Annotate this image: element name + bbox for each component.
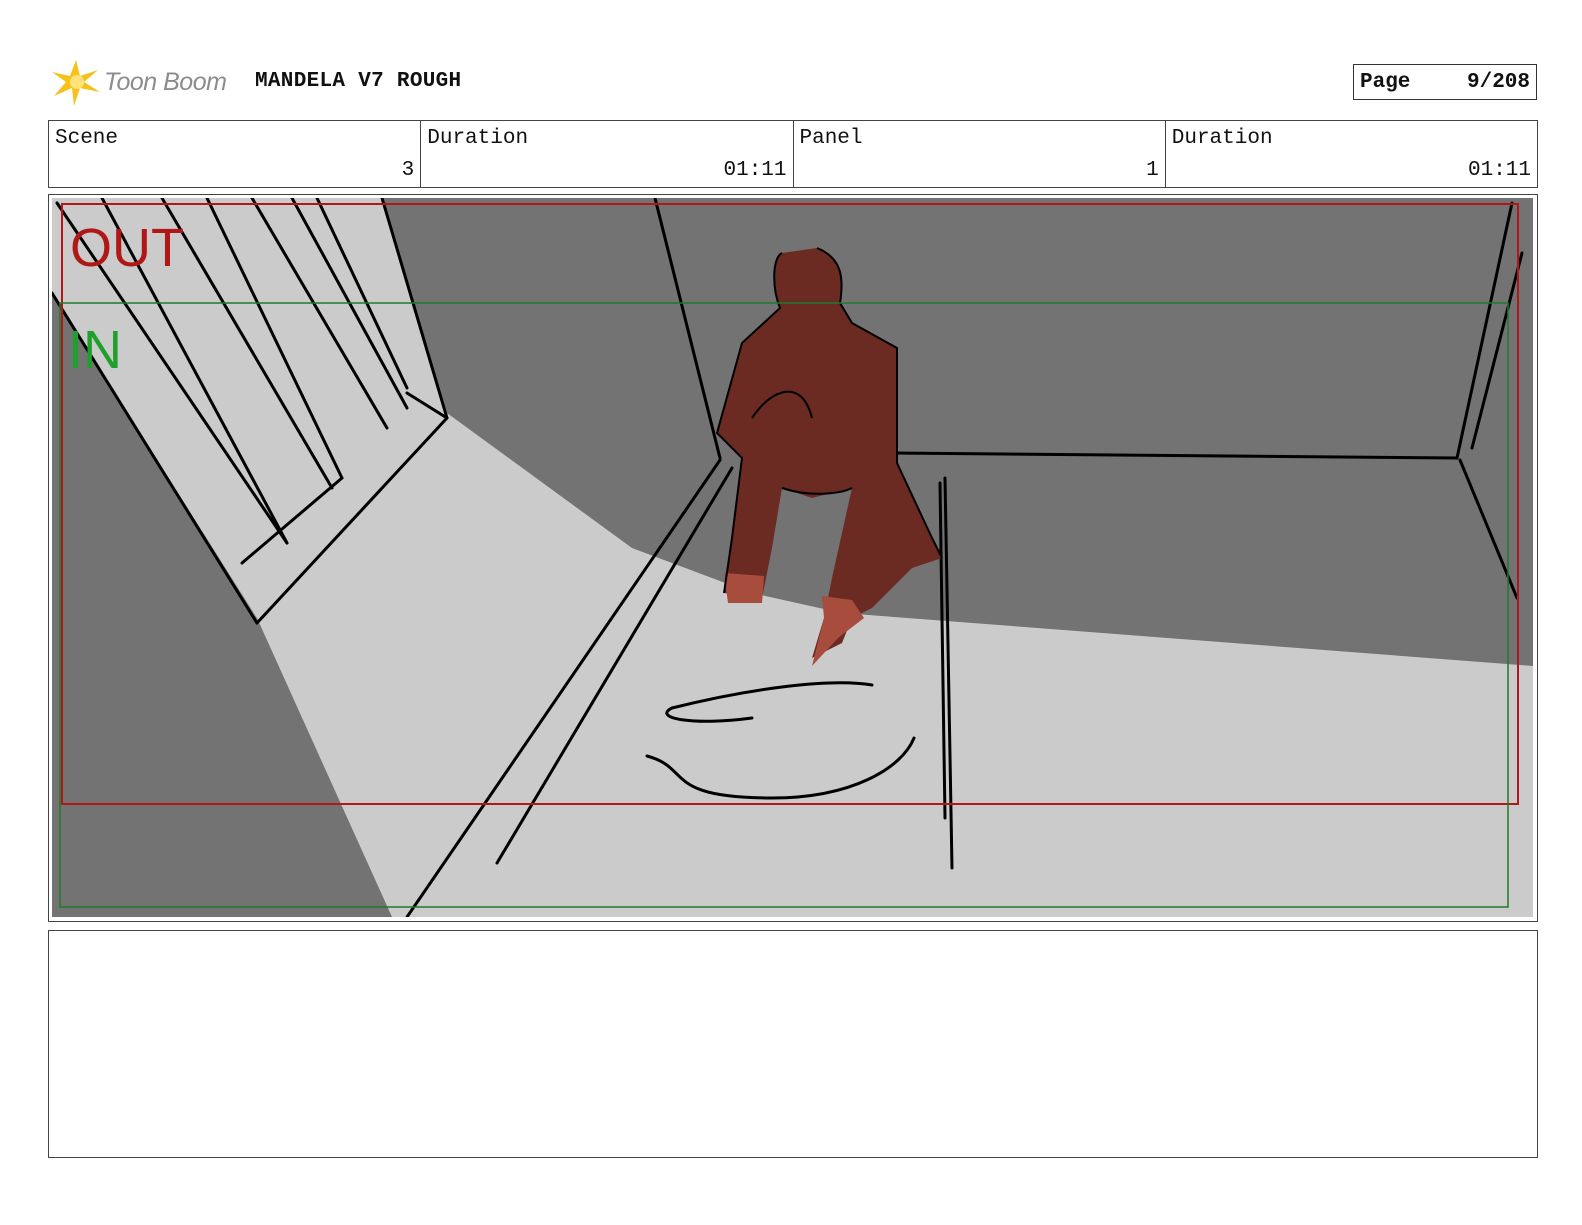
- panel-value: 1: [1146, 159, 1159, 182]
- panel-duration-label: Duration: [1171, 127, 1273, 150]
- out-label: OUT: [70, 218, 184, 278]
- page-number: 9/208: [1466, 71, 1530, 94]
- starburst-logo-icon: [52, 60, 100, 106]
- storyboard-panel: OUT IN: [48, 194, 1538, 922]
- page-label: Page: [1360, 71, 1411, 94]
- scene-duration-label: Duration: [427, 127, 529, 150]
- scene-cell: Scene 3: [49, 121, 422, 187]
- panel-label: Panel: [799, 127, 863, 150]
- panel-duration-cell: Duration 01:11: [1166, 121, 1537, 187]
- page-indicator: Page 9/208: [1353, 64, 1537, 100]
- scene-duration-cell: Duration 01:11: [421, 121, 794, 187]
- toon-boom-logo: Toon Boom: [50, 56, 227, 108]
- scene-info-row: Scene 3 Duration 01:11 Panel 1 Duration …: [48, 120, 1538, 188]
- panel-duration-value: 01:11: [1467, 159, 1531, 182]
- project-title: MANDELA V7 ROUGH: [255, 70, 462, 93]
- logo-text: Toon Boom: [104, 67, 227, 96]
- scene-label: Scene: [55, 127, 119, 150]
- in-label: IN: [68, 320, 122, 380]
- panel-notes-box[interactable]: [48, 930, 1538, 1158]
- panel-drawing: OUT IN: [52, 198, 1533, 917]
- scene-value: 3: [401, 159, 415, 182]
- scene-duration-value: 01:11: [723, 159, 787, 182]
- panel-cell: Panel 1: [794, 121, 1166, 187]
